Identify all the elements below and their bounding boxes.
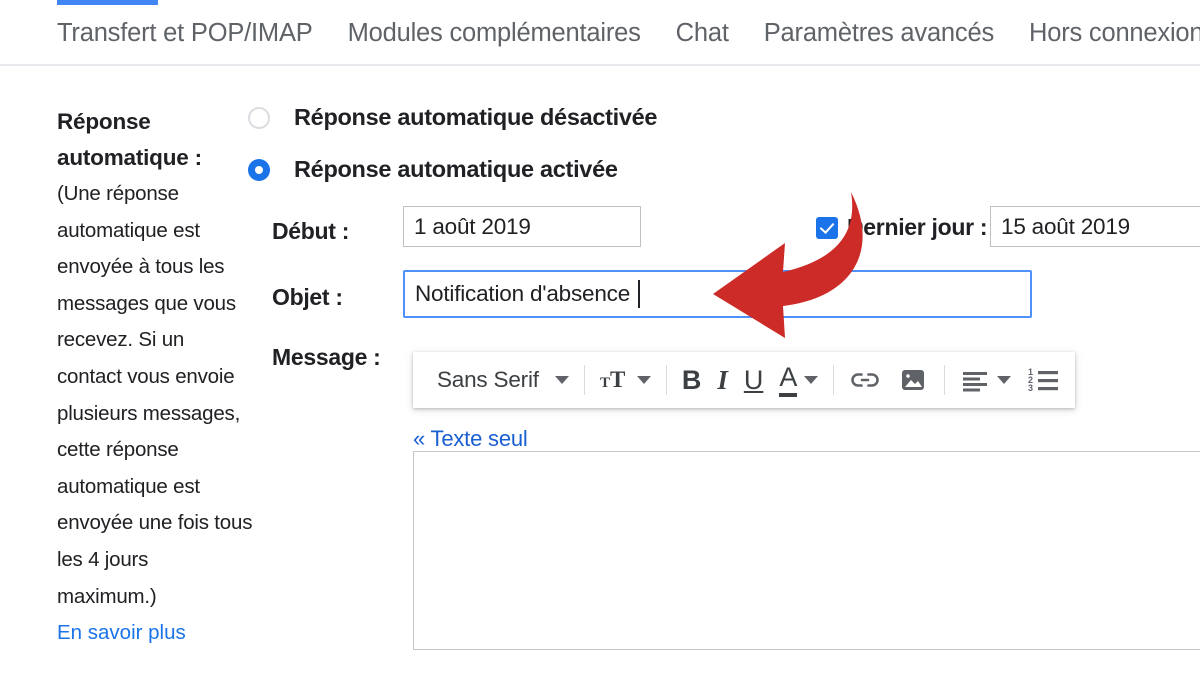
chevron-down-icon [997,376,1012,384]
text-color-icon: A [779,363,798,397]
bold-icon: B [681,364,702,395]
dernier-jour-label: Dernier jour : [847,214,988,240]
text-color-button[interactable]: A [771,359,826,401]
plain-text-link[interactable]: « Texte seul [413,426,528,452]
radio-option-on[interactable]: Réponse automatique activée [248,156,618,183]
debut-date-input[interactable]: 1 août 2019 [403,206,641,247]
toolbar-divider [665,365,667,395]
label-message: Message : [272,344,381,370]
image-icon [902,370,925,390]
vacation-responder-settings: Réponse automatique : (Une réponse autom… [0,66,1200,675]
section-note: (Une réponse automatique est envoyée à t… [57,182,253,608]
active-tab-indicator [57,0,158,5]
svg-text:3: 3 [1028,383,1033,393]
font-size-button[interactable]: T T [592,359,659,401]
underline-icon: U [743,364,764,395]
dernier-jour-group[interactable]: Dernier jour : [816,214,988,241]
align-left-icon [963,372,988,392]
radio-option-off[interactable]: Réponse automatique désactivée [248,104,658,131]
toolbar-divider [944,365,946,395]
bold-button[interactable]: B [674,359,710,401]
font-family-select[interactable]: Sans Serif [419,359,577,401]
numbered-list-icon: 1 2 3 [1028,367,1059,393]
label-debut: Début : [272,218,350,244]
link-icon [851,373,880,387]
insert-image-button[interactable] [889,359,937,401]
learn-more-link[interactable]: En savoir plus [57,615,186,652]
tab-chat[interactable]: Chat [676,19,729,48]
align-button[interactable] [952,359,1019,401]
chevron-down-icon [804,376,819,384]
svg-text:T: T [610,368,625,392]
radio-button-off[interactable] [248,106,270,129]
radio-button-on[interactable] [248,158,270,181]
section-title: Réponse automatique : [57,109,202,170]
objet-input-value: Notification d'absence [415,281,631,306]
objet-input[interactable]: Notification d'absence [403,270,1032,318]
tab-list: Transfert et POP/IMAP Modules complément… [57,19,1200,48]
radio-label-on: Réponse automatique activée [294,156,618,182]
text-cursor [638,280,641,308]
message-body-editor[interactable] [413,451,1200,650]
tab-hors-connexion[interactable]: Hors connexion [1029,19,1200,48]
insert-link-button[interactable] [841,359,889,401]
dernier-jour-date-input[interactable]: 15 août 2019 [990,206,1200,247]
vacation-responder-description: Réponse automatique : (Une réponse autom… [57,104,253,652]
numbered-list-button[interactable]: 1 2 3 [1019,359,1069,401]
underline-button[interactable]: U [736,359,772,401]
tab-parametres-avances[interactable]: Paramètres avancés [764,19,994,48]
chevron-down-icon [554,376,569,384]
radio-label-off: Réponse automatique désactivée [294,104,658,130]
toolbar-divider [833,365,835,395]
tab-modules-complementaires[interactable]: Modules complémentaires [348,19,641,48]
text-size-icon: T T [600,368,625,392]
tab-transfert-pop-imap[interactable]: Transfert et POP/IMAP [57,19,313,48]
vacation-responder-form: Réponse automatique désactivée Réponse a… [248,66,1200,675]
italic-button[interactable]: I [709,359,736,401]
svg-text:T: T [600,375,610,391]
italic-icon: I [717,364,728,395]
settings-tab-bar: Transfert et POP/IMAP Modules complément… [0,0,1200,66]
dernier-jour-checkbox[interactable] [816,216,838,239]
chevron-down-icon [636,376,651,384]
label-objet: Objet : [272,284,343,310]
toolbar-divider [583,365,585,395]
font-family-label: Sans Serif [437,367,539,392]
rich-text-toolbar: Sans Serif T T B I U A 1 2 3 [413,352,1076,408]
